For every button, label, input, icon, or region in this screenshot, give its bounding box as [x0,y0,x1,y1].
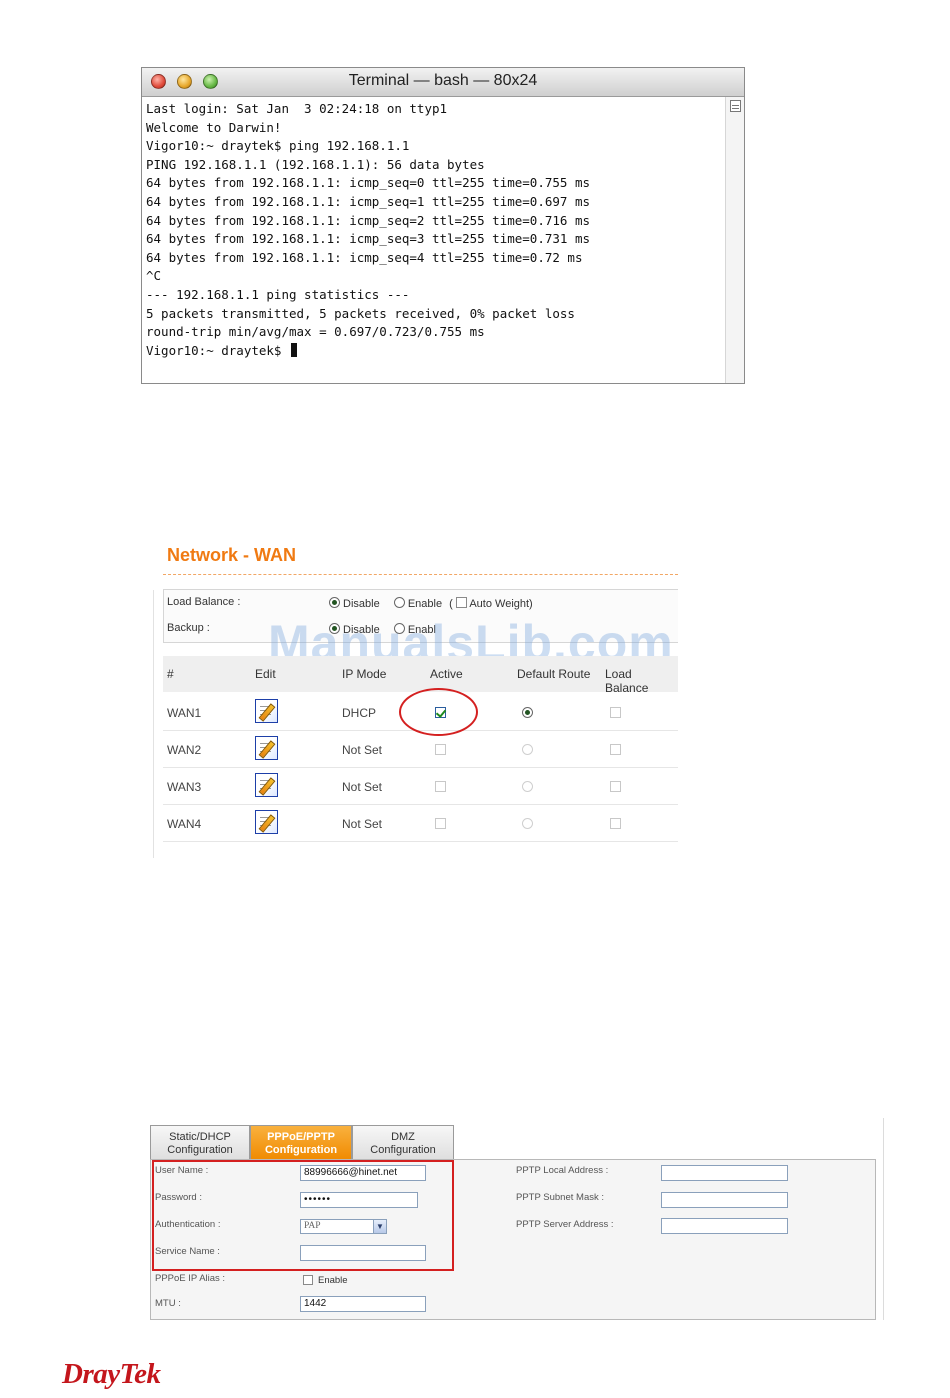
terminal-line: Welcome to Darwin! [146,119,282,135]
wan-name: WAN3 [167,780,202,794]
terminal-prompt: Vigor10:~ draytek$ [146,342,289,358]
terminal-line: Vigor10:~ draytek$ ping 192.168.1.1 [146,138,410,154]
mtu-input[interactable]: 1442 [300,1296,426,1312]
table-row: WAN3 Not Set [163,768,678,805]
paren-text: ( [449,598,453,610]
terminal-line: --- 192.168.1.1 ping statistics --- [146,286,410,302]
default-route-radio[interactable] [522,744,533,755]
tab-label: PPPoE/PPTP [267,1131,335,1143]
column-header-load-balance: Load Balance [605,667,649,695]
pptp-local-address-input[interactable] [661,1165,788,1181]
pptp-local-address-label: PPTP Local Address : [516,1165,609,1176]
panel-border [883,1118,884,1320]
ip-mode: DHCP [342,706,377,720]
ip-alias-enable-checkbox[interactable] [303,1275,313,1285]
load-balance-checkbox[interactable] [610,781,621,792]
tab-label: Configuration [370,1144,436,1156]
highlight-box [152,1160,454,1271]
ppppoe-ip-alias-label: PPPoE IP Alias : [155,1273,226,1284]
table-row: WAN2 Not Set [163,731,678,768]
edit-icon[interactable] [255,699,278,723]
ip-mode: Not Set [342,817,383,831]
panel-border [153,590,154,858]
terminal-line: 64 bytes from 192.168.1.1: icmp_seq=1 tt… [146,193,591,209]
load-balance-disable-radio[interactable] [329,597,340,608]
load-balance-checkbox[interactable] [610,707,621,718]
terminal-line: 64 bytes from 192.168.1.1: icmp_seq=4 tt… [146,249,583,265]
pptp-subnet-mask-input[interactable] [661,1192,788,1208]
terminal-line: PING 192.168.1.1 (192.168.1.1): 56 data … [146,156,485,172]
pptp-server-address-label: PPTP Server Address : [516,1219,614,1230]
ip-mode: Not Set [342,743,383,757]
wan-name: WAN4 [167,817,202,831]
column-header-ip-mode: IP Mode [342,667,387,681]
terminal-line: 64 bytes from 192.168.1.1: icmp_seq=2 tt… [146,212,591,228]
tab-label: Static/DHCP [169,1131,231,1143]
edit-icon[interactable] [255,773,278,797]
terminal-title-bar: Terminal — bash — 80x24 [142,68,744,97]
load-balance-label: Load Balance : [167,596,241,608]
pptp-server-address-input[interactable] [661,1218,788,1234]
column-header-active: Active [430,667,463,681]
radio-label: Enable [407,598,443,610]
split-pane-icon[interactable] [730,100,741,112]
highlight-circle [399,688,478,736]
column-header-number: # [167,667,174,681]
tab-label: Configuration [167,1144,233,1156]
active-checkbox[interactable] [435,818,446,829]
title-divider [163,574,678,575]
terminal-title: Terminal — bash — 80x24 [348,72,538,89]
load-balance-enable-radio[interactable] [393,597,405,608]
load-balance-checkbox[interactable] [610,744,621,755]
tab-pppoe-pptp[interactable]: PPPoE/PPTP Configuration [250,1125,352,1160]
tab-static-dhcp[interactable]: Static/DHCP Configuration [150,1125,250,1160]
terminal-line: 64 bytes from 192.168.1.1: icmp_seq=3 tt… [146,231,591,247]
wan-table-header: # Edit IP Mode Active Default Route Load… [163,656,678,695]
terminal-line: 5 packets transmitted, 5 packets receive… [146,305,575,321]
text-cursor [291,342,297,357]
wan-name: WAN1 [167,706,202,720]
ip-mode: Not Set [342,780,383,794]
terminal-line: Last login: Sat Jan 3 02:24:18 on ttyp1 [146,101,448,116]
terminal-window: Terminal — bash — 80x24 Last login: Sat … [141,67,745,384]
terminal-scrollbar[interactable] [725,97,744,383]
table-row: WAN4 Not Set [163,805,678,842]
page-title: Network - WAN [167,545,297,565]
default-route-radio[interactable] [522,707,533,718]
tab-label: Configuration [264,1144,338,1156]
backup-row: Backup : [167,619,210,637]
auto-weight-checkbox[interactable] [455,597,467,608]
backup-label: Backup : [167,622,210,634]
load-balance-row: Load Balance : [167,593,240,611]
terminal-line: 64 bytes from 192.168.1.1: icmp_seq=0 tt… [146,175,591,191]
terminal-output[interactable]: Last login: Sat Jan 3 02:24:18 on ttyp1 … [146,100,724,383]
load-balance-options: Disable Enable ( Auto Weight) [329,595,533,613]
default-route-radio[interactable] [522,781,533,792]
terminal-line: ^C [146,268,162,284]
tab-dmz[interactable]: DMZ Configuration [352,1125,454,1160]
active-checkbox[interactable] [435,781,446,792]
auto-weight-label: Auto Weight) [469,598,533,610]
active-checkbox[interactable] [435,744,446,755]
wan-name: WAN2 [167,743,202,757]
terminal-prompt-line: Vigor10:~ draytek$ [146,342,724,361]
pptp-subnet-mask-label: PPTP Subnet Mask : [516,1192,605,1203]
terminal-line: round-trip min/avg/max = 0.697/0.723/0.7… [146,324,485,340]
default-route-radio[interactable] [522,818,533,829]
radio-label: Disable [343,598,380,610]
ip-alias-enable-label: Enable [318,1275,348,1286]
edit-icon[interactable] [255,736,278,760]
edit-icon[interactable] [255,810,278,834]
load-balance-checkbox[interactable] [610,818,621,829]
mtu-label: MTU : [155,1298,181,1309]
draytek-logo: DrayTek [62,1358,161,1390]
column-header-edit: Edit [255,667,276,681]
column-header-default-route: Default Route [517,667,591,681]
tab-label: DMZ [391,1131,415,1143]
